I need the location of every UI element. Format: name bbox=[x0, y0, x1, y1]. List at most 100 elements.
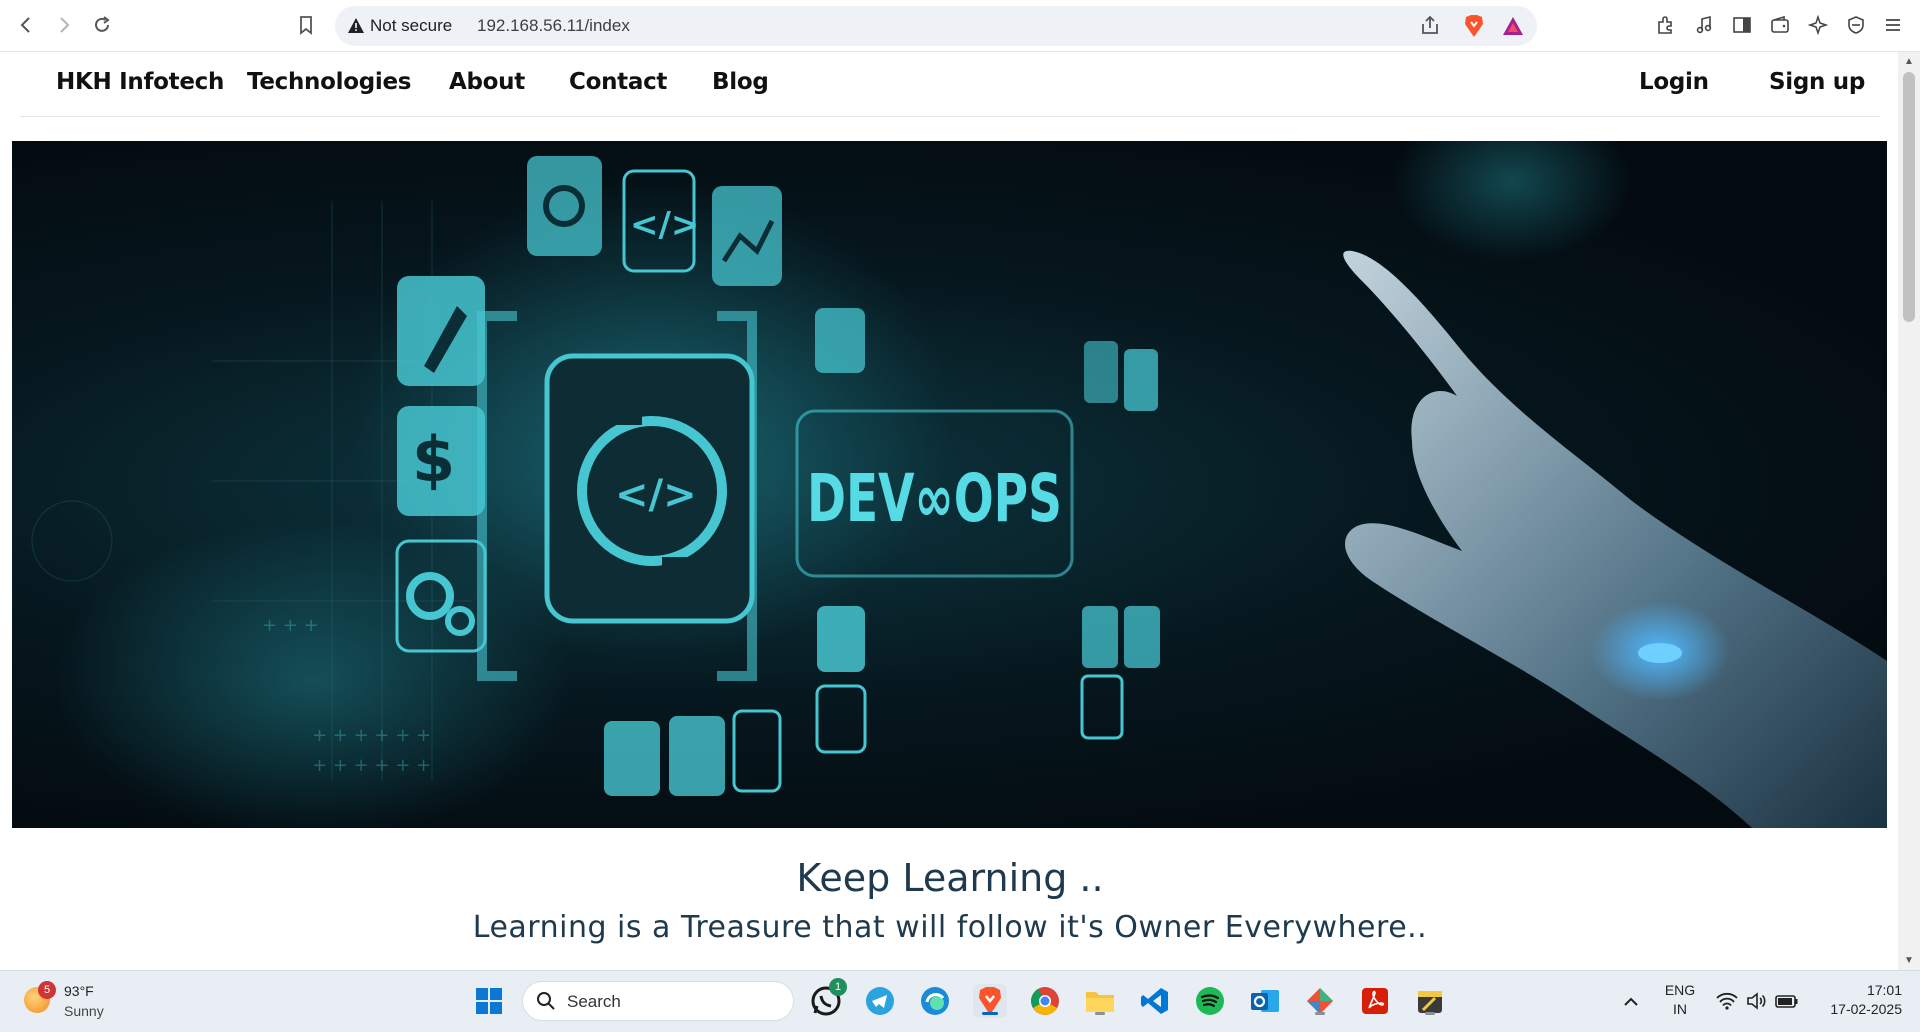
show-hidden-icons-button[interactable] bbox=[1614, 984, 1648, 1018]
chrome-icon bbox=[1031, 987, 1059, 1015]
edge-icon bbox=[921, 987, 949, 1015]
edge-button[interactable] bbox=[918, 984, 952, 1018]
outlook-button[interactable] bbox=[1248, 984, 1282, 1018]
forward-arrow-icon bbox=[60, 17, 70, 33]
running-indicator bbox=[1095, 1012, 1105, 1015]
weather-badge: 5 bbox=[38, 981, 56, 999]
start-button[interactable] bbox=[472, 984, 506, 1018]
pointing-hand bbox=[1343, 250, 1887, 828]
spotify-button[interactable] bbox=[1193, 984, 1227, 1018]
hero-banner-image: + + + + + + + + + + + + + + + </> $ </> … bbox=[12, 141, 1887, 828]
svg-text:$: $ bbox=[412, 423, 455, 496]
weather-temp: 93°F bbox=[64, 983, 94, 999]
devops-illustration: + + + + + + + + + + + + + + + </> $ </> … bbox=[31, 141, 1887, 828]
file-explorer-button[interactable] bbox=[1083, 984, 1117, 1018]
clock[interactable]: 17:01 17-02-2025 bbox=[1812, 982, 1902, 1017]
outlook-icon bbox=[1251, 990, 1279, 1012]
brand-link[interactable]: HKH Infotech bbox=[56, 69, 224, 95]
forward-button[interactable] bbox=[52, 13, 76, 37]
bookmark-button[interactable] bbox=[294, 13, 318, 37]
tools-icon bbox=[604, 709, 782, 796]
nav-link-technologies[interactable]: Technologies bbox=[247, 69, 411, 95]
acrobat-button[interactable] bbox=[1358, 984, 1392, 1018]
svg-text:+ + + + + +: + + + + + + bbox=[312, 755, 431, 776]
bookmark-icon bbox=[300, 16, 312, 35]
svg-text:</>: </> bbox=[615, 472, 697, 518]
gears-icon bbox=[527, 156, 602, 256]
scroll-down-icon[interactable]: ▼ bbox=[1904, 955, 1914, 966]
gitkraken-button[interactable] bbox=[1303, 984, 1337, 1018]
vscode-icon bbox=[1141, 988, 1168, 1014]
battery-icon bbox=[1775, 995, 1798, 1008]
weather-condition: Sunny bbox=[64, 1003, 104, 1019]
brave-shields-icon[interactable] bbox=[1463, 14, 1485, 43]
svg-text:DEV∞OPS: DEV∞OPS bbox=[807, 460, 1062, 537]
svg-text:+ + + + + +: + + + + + + bbox=[312, 725, 431, 746]
clock-date: 17-02-2025 bbox=[1830, 1001, 1902, 1017]
vscode-button[interactable] bbox=[1138, 984, 1172, 1018]
leo-ai-icon[interactable] bbox=[1807, 14, 1829, 36]
telegram-button[interactable] bbox=[863, 984, 897, 1018]
whatsapp-button[interactable]: 1 bbox=[809, 978, 847, 1018]
search-icon bbox=[536, 991, 556, 1016]
wifi-icon bbox=[1716, 992, 1738, 1010]
pdf-icon bbox=[1362, 988, 1388, 1014]
windows-logo-icon bbox=[476, 988, 502, 1014]
sidebar-icon[interactable] bbox=[1731, 14, 1753, 36]
wifi-button[interactable] bbox=[1710, 984, 1744, 1018]
login-link[interactable]: Login bbox=[1639, 69, 1709, 95]
rocket-icon bbox=[397, 276, 485, 386]
scrollbar-thumb[interactable] bbox=[1903, 72, 1915, 322]
tagline-title: Keep Learning .. bbox=[796, 856, 1104, 900]
share-icon[interactable] bbox=[1419, 15, 1441, 42]
active-indicator bbox=[982, 1012, 998, 1015]
reload-button[interactable] bbox=[90, 13, 114, 37]
language-indicator[interactable]: ENG IN bbox=[1660, 982, 1700, 1017]
back-arrow-icon bbox=[20, 17, 30, 33]
speaker-icon bbox=[1747, 992, 1766, 1010]
tagline-subtitle: Learning is a Treasure that will follow … bbox=[472, 910, 1428, 945]
site-navbar: HKH Infotech Technologies About Contact … bbox=[20, 52, 1880, 117]
windows-taskbar: 5 93°F Sunny Search 1 ENG IN 17:01 17-02… bbox=[0, 970, 1920, 1032]
team-icon bbox=[815, 684, 867, 754]
telegram-icon bbox=[866, 987, 894, 1015]
nav-link-blog[interactable]: Blog bbox=[712, 69, 769, 95]
back-button[interactable] bbox=[14, 13, 38, 37]
warning-icon bbox=[347, 17, 365, 39]
security-label[interactable]: Not secure bbox=[370, 16, 452, 36]
brave-taskbar-button[interactable] bbox=[973, 984, 1007, 1018]
svg-text:+ + +: + + + bbox=[262, 615, 319, 636]
page-scrollbar[interactable]: ▲ ▼ bbox=[1898, 52, 1920, 970]
scroll-up-icon[interactable]: ▲ bbox=[1904, 56, 1914, 67]
wallet-icon[interactable] bbox=[1769, 14, 1791, 36]
media-icon[interactable] bbox=[1693, 14, 1715, 36]
small-settings-icon bbox=[1084, 341, 1158, 411]
chart-icon bbox=[712, 186, 782, 286]
vpn-shield-icon[interactable] bbox=[1845, 14, 1867, 36]
dollar-icon: $ bbox=[397, 406, 485, 516]
chrome-button[interactable] bbox=[1028, 984, 1062, 1018]
taskbar-search[interactable]: Search bbox=[522, 981, 794, 1021]
search-label: Search bbox=[567, 992, 621, 1011]
reload-icon bbox=[95, 16, 110, 32]
winscp-button[interactable] bbox=[1413, 984, 1447, 1018]
menu-icon[interactable] bbox=[1882, 14, 1904, 36]
monitor-icon bbox=[815, 308, 865, 373]
folder-icon bbox=[1086, 992, 1114, 1012]
lang-top: ENG bbox=[1664, 982, 1696, 998]
volume-button[interactable] bbox=[1740, 984, 1774, 1018]
extensions-icon[interactable] bbox=[1655, 14, 1677, 36]
signup-link[interactable]: Sign up bbox=[1769, 69, 1865, 95]
lang-bottom: IN bbox=[1673, 1001, 1687, 1017]
chevron-up-icon bbox=[1624, 997, 1638, 1006]
nav-link-about[interactable]: About bbox=[449, 69, 525, 95]
address-bar[interactable]: Not secure 192.168.56.11/index bbox=[335, 6, 1537, 46]
running-indicator bbox=[1425, 1012, 1435, 1015]
url-text[interactable]: 192.168.56.11/index bbox=[477, 16, 630, 36]
running-indicator bbox=[1315, 1012, 1325, 1015]
battery-button[interactable] bbox=[1770, 984, 1804, 1018]
refresh-icon bbox=[1080, 606, 1160, 740]
whatsapp-badge: 1 bbox=[829, 978, 847, 996]
brave-rewards-icon[interactable] bbox=[1501, 15, 1525, 42]
nav-link-contact[interactable]: Contact bbox=[569, 69, 667, 95]
